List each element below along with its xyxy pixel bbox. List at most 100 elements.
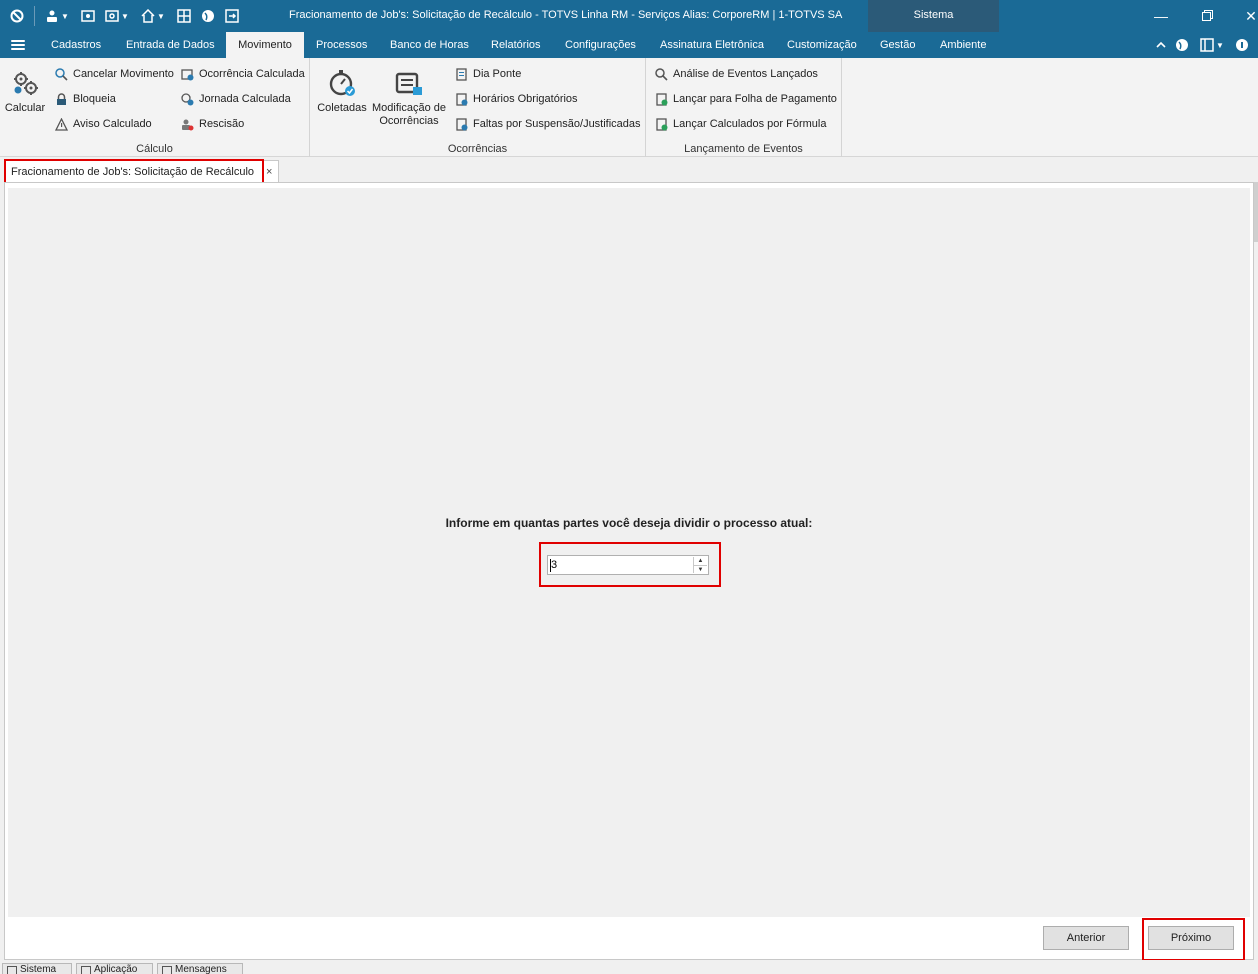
warning-icon	[54, 117, 68, 131]
status-bar: Sistema Aplicação Mensagens	[0, 960, 1258, 974]
dia-ponte-button[interactable]: Dia Ponte	[454, 67, 521, 81]
dia-ponte-label: Dia Ponte	[473, 68, 522, 80]
document-icon	[454, 67, 468, 81]
app-menu-icon[interactable]	[9, 8, 25, 24]
grid-icon	[176, 8, 192, 24]
users-dropdown[interactable]: ▼	[44, 0, 69, 32]
rescisao-button[interactable]: Rescisão	[180, 117, 244, 131]
status-tab-mensagens[interactable]: Mensagens	[157, 963, 243, 974]
search-clock-icon	[180, 92, 194, 106]
title-bar: ▼ ▼ ▼ Fracionamento de Job's: Solicitaçã…	[0, 0, 1258, 58]
collapse-ribbon-icon[interactable]	[1153, 37, 1169, 53]
menu-banco-de-horas[interactable]: Banco de Horas	[390, 32, 469, 58]
restore-icon	[1201, 8, 1213, 24]
horarios-obrigatorios-button[interactable]: Horários Obrigatórios	[454, 92, 578, 106]
restore-button[interactable]	[1197, 6, 1217, 26]
document-arrow-icon	[654, 92, 668, 106]
lancar-folha-button[interactable]: Lançar para Folha de Pagamento	[654, 92, 837, 106]
minimize-button[interactable]: —	[1151, 6, 1171, 26]
home-icon	[140, 8, 156, 24]
ribbon-group-lancamento-eventos: Análise de Eventos Lançados Lançar para …	[646, 58, 842, 157]
globe-button[interactable]	[200, 0, 216, 32]
bloqueia-label: Bloqueia	[73, 93, 116, 105]
layout-dropdown[interactable]: ▼	[1198, 37, 1226, 53]
analise-eventos-button[interactable]: Análise de Eventos Lançados	[654, 67, 818, 81]
close-tab-icon[interactable]: ×	[266, 161, 272, 183]
document-user-icon	[454, 117, 468, 131]
message-icon	[162, 966, 172, 974]
calendar-clock-icon	[180, 67, 194, 81]
exit-icon	[224, 8, 240, 24]
parts-prompt: Informe em quantas partes você deseja di…	[445, 516, 813, 530]
ocorrencia-calculada-label: Ocorrência Calculada	[199, 68, 305, 80]
lancar-calculados-label: Lançar Calculados por Fórmula	[673, 118, 827, 130]
menu-configuracoes[interactable]: Configurações	[565, 32, 636, 58]
window-title: Fracionamento de Job's: Solicitação de R…	[289, 9, 843, 21]
menu-entrada-de-dados[interactable]: Entrada de Dados	[126, 32, 215, 58]
ribbon-group-label-lancamento: Lançamento de Eventos	[684, 143, 803, 155]
highlight-input	[539, 542, 721, 587]
grid-button[interactable]	[176, 0, 192, 32]
highlight-proximo	[1142, 918, 1245, 961]
menu-gestao[interactable]: Gestão	[880, 32, 915, 58]
menu-customizacao[interactable]: Customização	[787, 32, 857, 58]
vertical-scrollbar[interactable]	[1254, 182, 1258, 242]
aviso-calculado-label: Aviso Calculado	[73, 118, 152, 130]
stopwatch-icon	[329, 70, 355, 96]
document-edit-icon	[395, 72, 422, 95]
bloqueia-button[interactable]: Bloqueia	[54, 92, 116, 106]
globe-icon[interactable]	[1174, 37, 1190, 53]
status-tab-mensagens-label: Mensagens	[175, 964, 227, 974]
globe-icon	[200, 8, 216, 24]
aviso-calculado-button[interactable]: Aviso Calculado	[54, 117, 152, 131]
sistema-label[interactable]: Sistema	[868, 9, 999, 21]
menu-movimento[interactable]: Movimento	[226, 32, 304, 58]
search-refresh-icon	[54, 67, 68, 81]
wizard-footer: Anterior Próximo	[8, 919, 1250, 957]
hamburger-menu-icon[interactable]	[11, 38, 25, 52]
document-formula-icon	[654, 117, 668, 131]
document-clock-icon	[454, 92, 468, 106]
status-tab-sistema-label: Sistema	[20, 964, 57, 974]
coletadas-button[interactable]: Coletadas	[316, 68, 368, 115]
menu-assinatura-eletronica[interactable]: Assinatura Eletrônica	[660, 32, 764, 58]
home-dropdown[interactable]: ▼	[140, 0, 165, 32]
quick-access-toolbar	[9, 0, 25, 32]
view-button[interactable]	[80, 0, 96, 32]
help-icon[interactable]	[1234, 37, 1250, 53]
exit-button[interactable]	[224, 0, 240, 32]
ribbon-group-calculo: Calcular Cancelar Movimento Bloqueia Avi…	[0, 58, 310, 157]
status-tab-sistema[interactable]: Sistema	[2, 963, 72, 974]
coletadas-label: Coletadas	[317, 102, 367, 114]
modificacao-label-line1: Modificação de	[372, 102, 446, 114]
gears-icon	[14, 72, 38, 95]
window-eye-icon	[80, 8, 96, 24]
chevron-down-icon: ▼	[61, 11, 69, 21]
close-window-button[interactable]: ✕	[1241, 6, 1258, 26]
menu-processos[interactable]: Processos	[316, 32, 367, 58]
app-icon	[81, 966, 91, 974]
menu-ambiente[interactable]: Ambiente	[940, 32, 986, 58]
status-tab-aplicacao[interactable]: Aplicação	[76, 963, 153, 974]
users-icon	[44, 8, 60, 24]
chevron-down-icon: ▼	[157, 11, 165, 21]
layout-icon	[1200, 38, 1214, 52]
settings-dropdown[interactable]: ▼	[104, 0, 129, 32]
menu-relatorios[interactable]: Relatórios	[491, 32, 541, 58]
anterior-button[interactable]: Anterior	[1043, 926, 1129, 950]
ribbon-group-ocorrencias: Coletadas Modificação de Ocorrências Dia…	[310, 58, 646, 157]
ocorrencia-calculada-button[interactable]: Ocorrência Calculada	[180, 67, 305, 81]
jornada-calculada-button[interactable]: Jornada Calculada	[180, 92, 291, 106]
faltas-suspensao-button[interactable]: Faltas por Suspensão/Justificadas	[454, 117, 641, 131]
cancelar-movimento-button[interactable]: Cancelar Movimento	[54, 67, 174, 81]
lancar-calculados-button[interactable]: Lançar Calculados por Fórmula	[654, 117, 826, 131]
menu-cadastros[interactable]: Cadastros	[51, 32, 101, 58]
modificacao-ocorrencias-button[interactable]: Modificação de Ocorrências	[372, 68, 446, 128]
lock-icon	[54, 92, 68, 106]
rescisao-label: Rescisão	[199, 118, 245, 130]
horarios-obrigatorios-label: Horários Obrigatórios	[473, 93, 578, 105]
modificacao-label-line2: Ocorrências	[379, 115, 439, 127]
calcular-button[interactable]: Calcular	[4, 68, 46, 115]
lancar-folha-label: Lançar para Folha de Pagamento	[673, 93, 837, 105]
jornada-calculada-label: Jornada Calculada	[199, 93, 291, 105]
